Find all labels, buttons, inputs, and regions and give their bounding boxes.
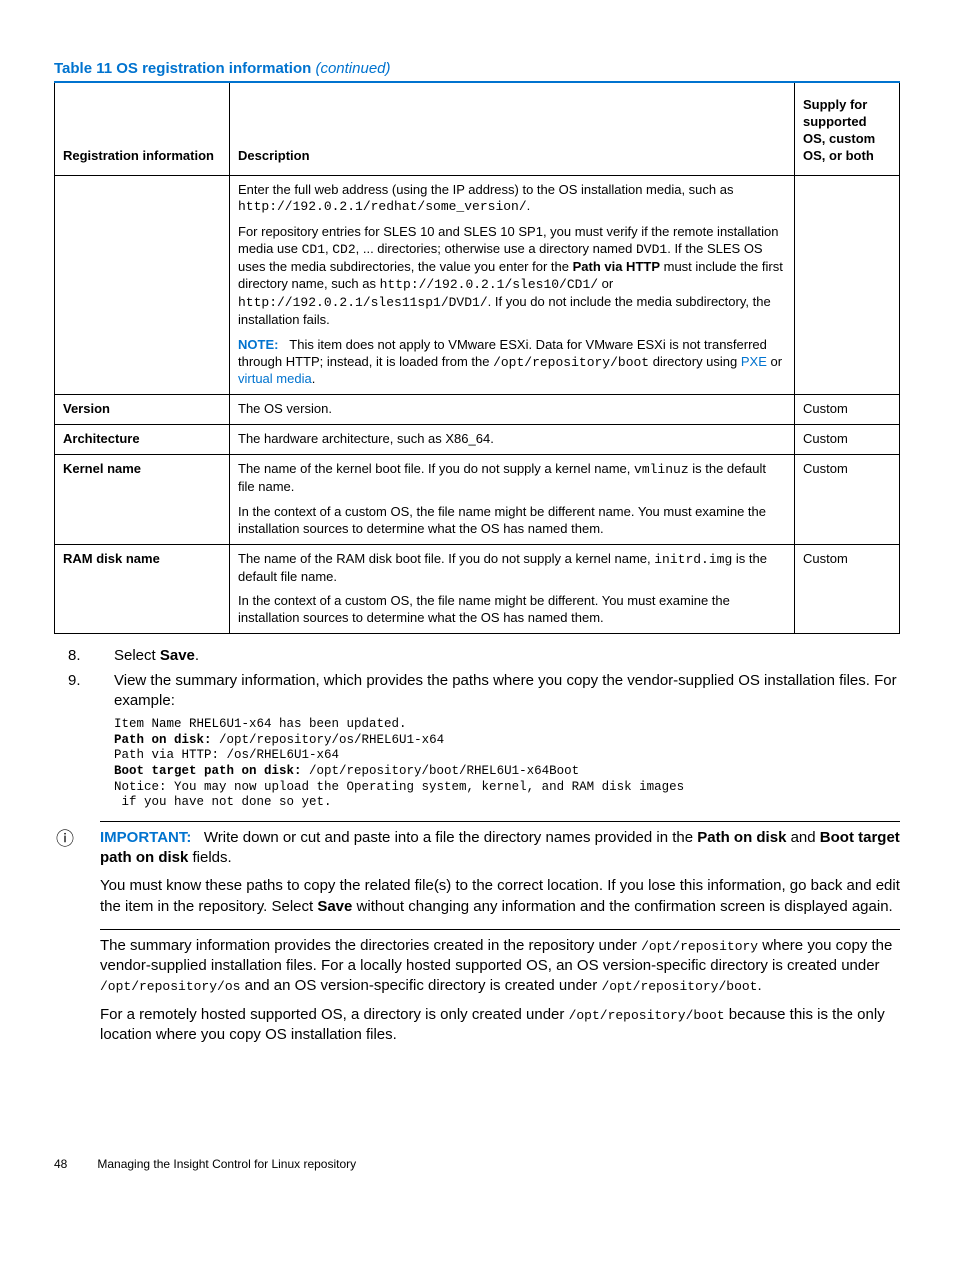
step-text: View the summary information, which prov…	[114, 671, 900, 712]
code-path: /opt/repository/os	[100, 979, 240, 994]
txt: Write down or cut and paste into a file …	[204, 829, 697, 846]
txt: and	[786, 829, 819, 846]
txt: In the context of a custom OS, the file …	[238, 504, 786, 538]
cell-kernel-desc: The name of the kernel boot file. If you…	[230, 455, 795, 545]
cell-version-supply: Custom	[795, 395, 900, 425]
important-block: ⓘ IMPORTANT: Write down or cut and paste…	[100, 821, 900, 930]
txt: without changing any information and the…	[352, 898, 892, 915]
cell-http-label	[55, 175, 230, 395]
txt: Enter the full web address (using the IP…	[238, 182, 733, 197]
code-url: http://192.0.2.1/sles11sp1/DVD1/	[238, 295, 488, 310]
txt: or	[598, 276, 613, 291]
txt: and an OS version-specific directory is …	[240, 977, 601, 994]
step-number: 8.	[54, 646, 114, 666]
code-url: http://192.0.2.1/redhat/some_version/	[238, 199, 527, 214]
code: CD2	[332, 242, 355, 257]
code: CD1	[302, 242, 325, 257]
code: initrd.img	[654, 552, 732, 567]
txt: .	[757, 977, 761, 994]
cell-kernel-supply: Custom	[795, 455, 900, 545]
code-path: /opt/repository	[641, 939, 758, 954]
txt: The name of the kernel boot file. If you…	[238, 461, 634, 476]
txt: The summary information provides the dir…	[100, 937, 641, 954]
txt: In the context of a custom OS, the file …	[238, 593, 786, 627]
txt: fields.	[188, 849, 231, 866]
txt: .	[312, 371, 316, 386]
example-output: Item Name RHEL6U1-x64 has been updated. …	[114, 717, 900, 811]
row-kernel: Kernel name The name of the kernel boot …	[55, 455, 900, 545]
step-8: 8. Select Save.	[54, 646, 900, 666]
step-9: 9. View the summary information, which p…	[54, 671, 900, 712]
cell-ram-supply: Custom	[795, 544, 900, 634]
row-version: Version The OS version. Custom	[55, 395, 900, 425]
footer-title: Managing the Insight Control for Linux r…	[97, 1157, 356, 1171]
caption-text: Table 11 OS registration information	[54, 60, 311, 77]
txt: .	[527, 198, 531, 213]
cell-ram-desc: The name of the RAM disk boot file. If y…	[230, 544, 795, 634]
table-header-row: Registration information Description Sup…	[55, 83, 900, 175]
code: vmlinuz	[634, 462, 689, 477]
note-label: NOTE:	[238, 337, 278, 352]
bold: Path on disk	[697, 829, 786, 846]
txt: The name of the RAM disk boot file. If y…	[238, 551, 654, 566]
txt: For a remotely hosted supported OS, a di…	[100, 1006, 569, 1023]
step-text: Select Save.	[114, 646, 900, 666]
cell-arch-desc: The hardware architecture, such as X86_6…	[230, 425, 795, 455]
row-architecture: Architecture The hardware architecture, …	[55, 425, 900, 455]
cell-arch-label: Architecture	[55, 425, 230, 455]
code-url: http://192.0.2.1/sles10/CD1/	[380, 277, 598, 292]
header-description: Description	[230, 83, 795, 175]
txt: , ... directories; otherwise use a direc…	[356, 241, 636, 256]
important-label: IMPORTANT:	[100, 829, 191, 846]
step-list: 8. Select Save. 9. View the summary info…	[54, 646, 900, 711]
txt: directory using	[649, 354, 741, 369]
code-path: /opt/repository/boot	[601, 979, 757, 994]
code-path: /opt/repository/boot	[569, 1008, 725, 1023]
os-registration-table: Registration information Description Sup…	[54, 83, 900, 634]
row-http-path: Enter the full web address (using the IP…	[55, 175, 900, 395]
page-number: 48	[54, 1157, 94, 1171]
caption-continued: (continued)	[315, 60, 390, 77]
bold: Path via HTTP	[573, 259, 660, 274]
post-paragraphs: The summary information provides the dir…	[100, 936, 900, 1045]
row-ramdisk: RAM disk name The name of the RAM disk b…	[55, 544, 900, 634]
cell-version-label: Version	[55, 395, 230, 425]
bold: Save	[317, 898, 352, 915]
cell-ram-label: RAM disk name	[55, 544, 230, 634]
cell-arch-supply: Custom	[795, 425, 900, 455]
code-path: /opt/repository/boot	[493, 355, 649, 370]
txt: or	[767, 354, 782, 369]
header-registration-info: Registration information	[55, 83, 230, 175]
virtual-media-link[interactable]: virtual media	[238, 371, 312, 386]
code: DVD1	[636, 242, 667, 257]
cell-version-desc: The OS version.	[230, 395, 795, 425]
important-icon: ⓘ	[56, 828, 100, 848]
step-number: 9.	[54, 671, 114, 712]
header-supply: Supply for supported OS, custom OS, or b…	[795, 83, 900, 175]
table-caption: Table 11 OS registration information (co…	[54, 60, 900, 77]
cell-kernel-label: Kernel name	[55, 455, 230, 545]
cell-http-supply	[795, 175, 900, 395]
pxe-link[interactable]: PXE	[741, 354, 767, 369]
page-footer: 48 Managing the Insight Control for Linu…	[54, 1157, 356, 1171]
cell-http-desc: Enter the full web address (using the IP…	[230, 175, 795, 395]
